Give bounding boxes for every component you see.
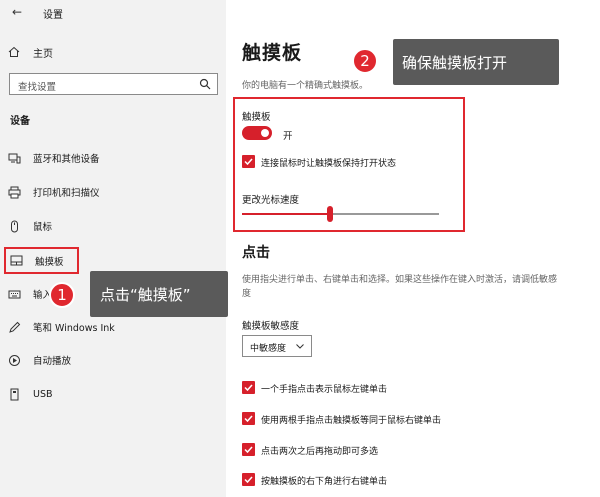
check-icon xyxy=(244,158,253,166)
step-2-badge: 2 xyxy=(352,48,378,74)
sidebar-item-label: 蓝牙和其他设备 xyxy=(33,154,100,165)
home-label: 主页 xyxy=(33,48,53,60)
chevron-down-icon xyxy=(296,344,304,349)
option-checkbox[interactable] xyxy=(242,473,255,486)
sidebar-item-label: 打印机和扫描仪 xyxy=(33,188,100,199)
keep-on-label: 连接鼠标时让触摸板保持打开状态 xyxy=(261,159,397,169)
touchpad-icon xyxy=(10,255,23,266)
sidebar-item-label: 笔和 Windows Ink xyxy=(33,323,115,334)
touchpad-label: 触摸板 xyxy=(242,112,271,123)
option-label: 一个手指点击表示鼠标左键单击 xyxy=(261,385,388,395)
autoplay-icon xyxy=(9,354,20,366)
home-link[interactable]: 主页 xyxy=(8,44,53,60)
sensitivity-label: 触摸板敏感度 xyxy=(242,321,300,332)
page-title: 触摸板 xyxy=(242,42,303,64)
keep-on-checkbox[interactable] xyxy=(242,155,255,168)
app-title: 设置 xyxy=(43,10,63,21)
search-icon[interactable] xyxy=(199,78,211,90)
callout-step-1-text: 点击“触摸板” xyxy=(100,286,191,304)
sidebar: ← 设置 主页 查找设置 设备 蓝牙和其他设备 打印机和扫描仪 鼠标 触摸板 输… xyxy=(0,0,226,497)
keyboard-icon xyxy=(8,290,21,298)
back-arrow-icon[interactable]: ← xyxy=(12,4,22,20)
sensitivity-dropdown[interactable]: 中敏感度 xyxy=(242,335,312,357)
check-icon xyxy=(244,415,253,423)
click-heading: 点击 xyxy=(242,245,270,261)
usb-icon xyxy=(10,388,19,400)
home-icon xyxy=(8,46,20,57)
sidebar-item-printers[interactable]: 打印机和扫描仪 xyxy=(8,183,100,201)
bluetooth-devices-icon xyxy=(8,153,21,163)
search-box[interactable]: 查找设置 xyxy=(9,73,218,95)
cursor-speed-label: 更改光标速度 xyxy=(242,195,300,206)
sidebar-item-label: 触摸板 xyxy=(35,256,64,268)
option-checkbox[interactable] xyxy=(242,412,255,425)
sensitivity-value: 中敏感度 xyxy=(250,344,287,354)
option-label: 点击两次之后再拖动即可多选 xyxy=(261,447,379,457)
sidebar-item-mouse[interactable]: 鼠标 xyxy=(8,217,52,235)
page-subtitle: 你的电脑有一个精确式触摸板。 xyxy=(242,81,369,91)
sidebar-item-usb[interactable]: USB xyxy=(8,385,53,403)
slider-thumb[interactable] xyxy=(327,206,333,222)
option-checkbox[interactable] xyxy=(242,381,255,394)
callout-step-2: 确保触摸板打开 xyxy=(393,39,559,85)
step-1-badge: 1 xyxy=(49,282,75,308)
sidebar-item-label: 鼠标 xyxy=(33,222,53,233)
toggle-knob xyxy=(261,129,269,137)
section-heading: 设备 xyxy=(10,116,30,127)
sidebar-item-bluetooth[interactable]: 蓝牙和其他设备 xyxy=(8,149,100,167)
callout-step-2-text: 确保触摸板打开 xyxy=(402,54,508,72)
printer-icon xyxy=(8,186,21,198)
check-icon xyxy=(244,384,253,392)
click-description: 使用指尖进行单击、右键单击和选择。如果这些操作在键入时激活，请调低敏感度 xyxy=(242,275,558,299)
option-checkbox[interactable] xyxy=(242,443,255,456)
touchpad-toggle[interactable] xyxy=(242,126,272,140)
option-label: 使用两根手指点击触摸板等同于鼠标右键单击 xyxy=(261,416,442,426)
check-icon xyxy=(244,476,253,484)
sidebar-item-autoplay[interactable]: 自动播放 xyxy=(8,351,71,369)
mouse-icon xyxy=(11,220,18,232)
title-bar: ← 设置 xyxy=(0,0,226,26)
callout-step-1: 点击“触摸板” xyxy=(90,271,228,317)
sidebar-item-label: USB xyxy=(33,388,53,400)
sidebar-item-touchpad[interactable]: 触摸板 xyxy=(4,247,79,274)
sidebar-item-pen[interactable]: 笔和 Windows Ink xyxy=(8,318,115,336)
sidebar-item-typing[interactable]: 输入 xyxy=(8,285,52,303)
cursor-speed-slider[interactable] xyxy=(242,213,439,215)
toggle-state: 开 xyxy=(283,131,293,142)
search-placeholder: 查找设置 xyxy=(18,82,57,93)
option-label: 按触摸板的右下角进行右键单击 xyxy=(261,477,388,487)
check-icon xyxy=(244,446,253,454)
slider-fill xyxy=(242,213,329,215)
pen-icon xyxy=(9,321,21,333)
sidebar-item-label: 自动播放 xyxy=(33,356,72,367)
